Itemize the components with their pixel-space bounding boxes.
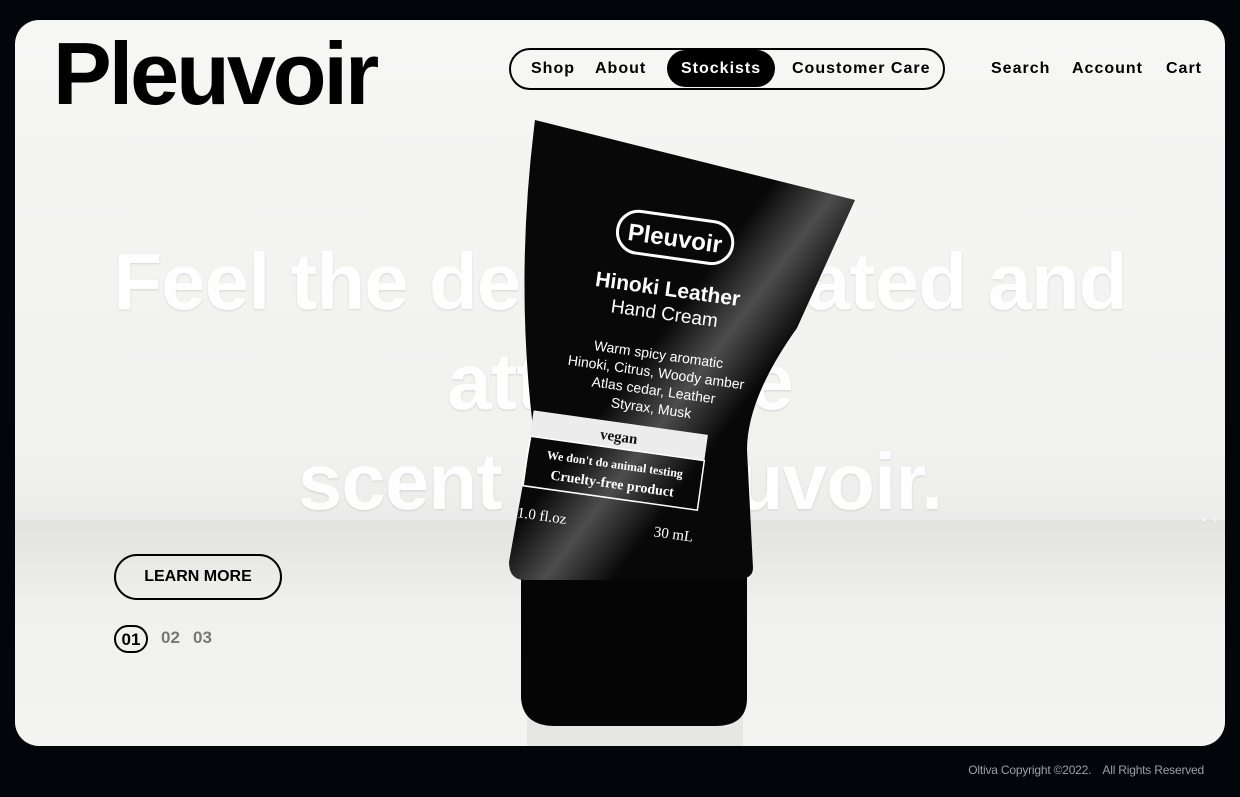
- nav-account[interactable]: Account: [1072, 60, 1143, 78]
- primary-nav: Shop About Stockists Coustomer Care: [509, 48, 945, 90]
- nav-item-customer-care[interactable]: Coustomer Care: [792, 50, 930, 87]
- hand-cream-tube-image: Pleuvoir Hinoki Leather Hand Cream Warm …: [509, 120, 855, 746]
- nav-item-about[interactable]: About: [595, 50, 646, 87]
- nav-cart[interactable]: Cart: [1166, 60, 1202, 78]
- page-03[interactable]: 03: [193, 625, 212, 653]
- nav-item-stockists[interactable]: Stockists: [667, 50, 776, 87]
- page-02[interactable]: 02: [161, 625, 180, 653]
- footer-rights: All Rights Reserved: [1102, 763, 1204, 777]
- nav-item-shop[interactable]: Shop: [531, 50, 575, 87]
- hero-frame: Pleuvoir Shop About Stockists Coustomer …: [15, 20, 1225, 746]
- nav-search[interactable]: Search: [991, 60, 1050, 78]
- footer-copyright: Oltiva Copyright ©2022.: [968, 763, 1092, 777]
- slider-dots: . .: [1202, 508, 1220, 524]
- page-01[interactable]: 01: [114, 625, 148, 653]
- brand-logo[interactable]: Pleuvoir: [53, 30, 379, 118]
- footer: Oltiva Copyright ©2022. All Rights Reser…: [968, 763, 1204, 777]
- learn-more-button[interactable]: LEARN MORE: [114, 554, 282, 600]
- tube-cap: [521, 574, 747, 726]
